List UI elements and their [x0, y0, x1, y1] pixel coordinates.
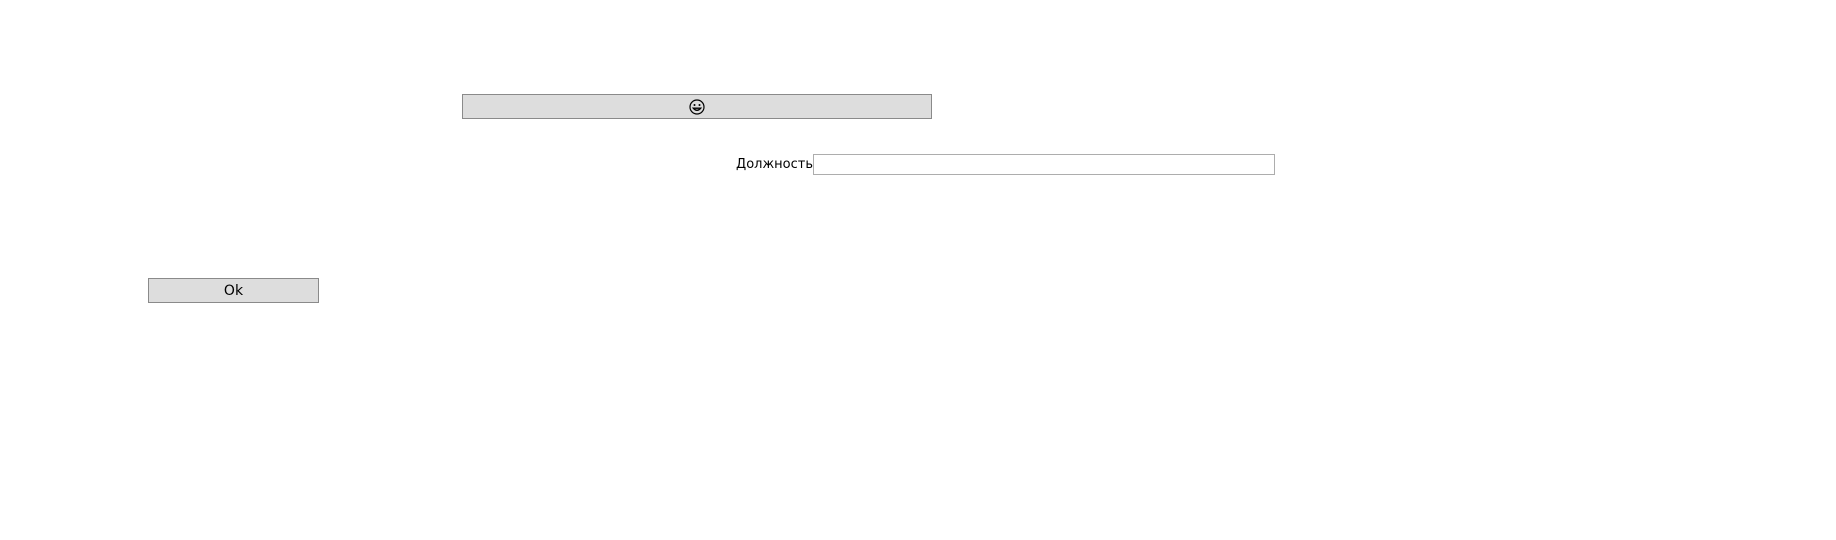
position-input[interactable] [813, 154, 1275, 175]
position-label: Должность [736, 157, 813, 172]
form-window: Должность Ok [0, 0, 1836, 540]
grinning-face-icon [689, 98, 705, 115]
ok-button-label: Ok [223, 282, 244, 299]
ok-button[interactable]: Ok [148, 278, 319, 303]
emoji-button[interactable] [462, 94, 932, 119]
